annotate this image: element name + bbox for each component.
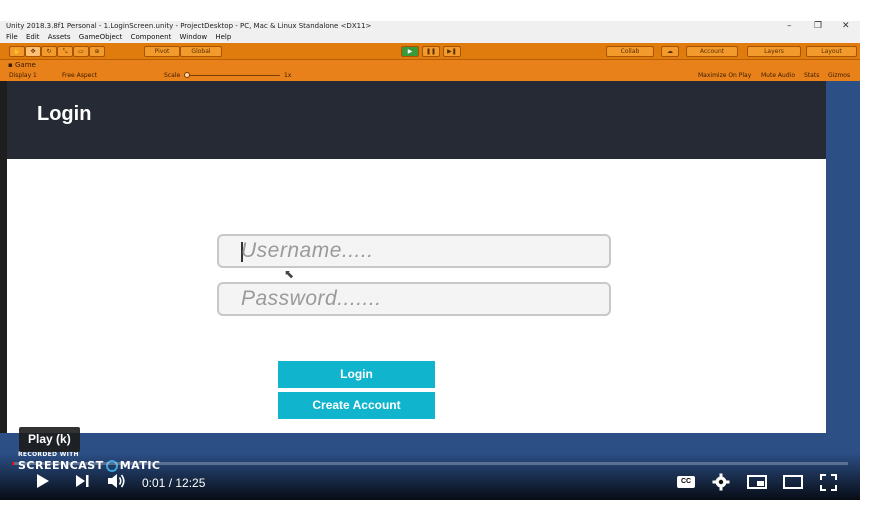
step-icon: ▶❚ [447, 48, 457, 55]
login-title: Login [37, 103, 92, 125]
fullscreen-icon [820, 474, 837, 491]
menu-help[interactable]: Help [215, 33, 231, 41]
transform-tool-icon[interactable]: ⊕ [89, 46, 105, 57]
collab-label: Collab [620, 48, 640, 55]
layout-label: Layout [821, 48, 842, 55]
volume-icon [108, 474, 125, 488]
game-tab[interactable]: ▪ Game [8, 61, 36, 70]
hand-tool-icon[interactable]: ✋ [9, 46, 25, 57]
time-total: 12:25 [175, 476, 206, 490]
stats-toggle[interactable]: Stats [804, 70, 819, 81]
game-view-side-background [826, 81, 860, 433]
restore-icon[interactable]: ❐ [814, 21, 822, 32]
pause-icon: ❚❚ [425, 48, 437, 55]
play-icon: ▶ [407, 48, 413, 55]
unity-toolbar: ✋ ✥ ↻ ⤡ ▭ ⊕ Pivot Global ▶ ❚❚ ▶❚ Collab … [0, 43, 860, 60]
aspect-dropdown[interactable]: Free Aspect [62, 70, 97, 81]
progress-bar-played [12, 462, 14, 465]
scale-slider-track[interactable] [186, 75, 280, 76]
play-icon [37, 474, 49, 488]
display-dropdown[interactable]: Display 1 [9, 70, 37, 81]
play-button-unity[interactable]: ▶ [401, 46, 419, 57]
menu-gameobject[interactable]: GameObject [79, 33, 123, 41]
game-view: Login Username..... ⬉ Password....... Lo… [7, 81, 826, 433]
cc-icon: CC [677, 476, 695, 488]
gear-icon [712, 473, 730, 491]
scale-value: 1x [284, 72, 292, 79]
volume-button[interactable] [107, 473, 127, 489]
pause-button-unity[interactable]: ❚❚ [422, 46, 440, 57]
game-view-bar: ▪ Game Display 1 Free Aspect Scale 1x Ma… [0, 60, 860, 81]
next-icon [76, 475, 89, 487]
rect-tool-icon[interactable]: ▭ [73, 46, 89, 57]
scale-tool-icon[interactable]: ⤡ [57, 46, 73, 57]
watermark-brand-right: MATIC [119, 459, 161, 472]
theater-mode-button[interactable] [783, 475, 803, 489]
scale-slider-knob[interactable] [184, 72, 190, 78]
global-button[interactable]: Global [180, 46, 222, 57]
login-header-bar: Login [7, 81, 826, 159]
unity-menu-bar: File Edit Assets GameObject Component Wi… [0, 32, 860, 43]
miniplayer-icon [747, 475, 767, 489]
video-player[interactable]: Unity 2018.3.8f1 Personal - 1.LoginScree… [0, 21, 860, 500]
layout-dropdown[interactable]: Layout [806, 46, 857, 57]
password-input[interactable]: Password....... [217, 282, 611, 316]
subtitles-button[interactable]: CC [677, 476, 695, 488]
scale-label: Scale [164, 72, 181, 79]
collab-button[interactable]: Collab [606, 46, 654, 57]
global-label: Global [191, 48, 211, 55]
login-button[interactable]: Login [278, 361, 435, 388]
unity-title-bar: Unity 2018.3.8f1 Personal - 1.LoginScree… [0, 21, 860, 32]
play-tooltip: Play (k) [19, 427, 80, 452]
watermark-recorded-label: RECORDED WITH [18, 451, 79, 458]
account-label: Account [699, 48, 725, 55]
close-icon[interactable]: ✕ [842, 21, 850, 32]
game-tab-label: Game [14, 61, 36, 69]
time-current: 0:01 [142, 476, 166, 490]
gizmos-dropdown[interactable]: Gizmos [828, 70, 850, 81]
fullscreen-button[interactable] [820, 474, 837, 491]
time-separator: / [165, 476, 176, 490]
rotate-tool-icon[interactable]: ↻ [41, 46, 57, 57]
username-placeholder: Username..... [241, 239, 374, 262]
menu-component[interactable]: Component [131, 33, 172, 41]
password-placeholder: Password....... [241, 287, 382, 310]
mute-audio-toggle[interactable]: Mute Audio [761, 70, 795, 81]
play-button[interactable] [34, 473, 50, 489]
minimize-icon[interactable]: – [787, 21, 792, 32]
menu-window[interactable]: Window [180, 33, 208, 41]
pivot-label: Pivot [154, 48, 170, 55]
watermark-brand-left: SCREENCAST [18, 459, 104, 472]
create-account-button[interactable]: Create Account [278, 392, 435, 419]
next-button[interactable] [74, 473, 90, 489]
layers-label: Layers [764, 48, 784, 55]
account-dropdown[interactable]: Account [686, 46, 738, 57]
cloud-icon[interactable]: ☁ [661, 46, 679, 57]
progress-bar[interactable] [12, 462, 848, 465]
unity-window-title: Unity 2018.3.8f1 Personal - 1.LoginScree… [6, 22, 372, 30]
watermark-brand: SCREENCAST MATIC [18, 459, 161, 472]
miniplayer-button[interactable] [747, 475, 767, 489]
menu-assets[interactable]: Assets [48, 33, 71, 41]
username-input[interactable]: Username..... [217, 234, 611, 268]
theater-icon [783, 475, 803, 489]
mouse-pointer-icon: ⬉ [284, 267, 295, 281]
pivot-button[interactable]: Pivot [144, 46, 180, 57]
menu-edit[interactable]: Edit [26, 33, 40, 41]
layers-dropdown[interactable]: Layers [747, 46, 801, 57]
settings-button[interactable] [712, 473, 730, 491]
time-display: 0:01 / 12:25 [142, 476, 205, 490]
menu-file[interactable]: File [6, 33, 18, 41]
move-tool-icon[interactable]: ✥ [25, 46, 41, 57]
maximize-on-play-toggle[interactable]: Maximize On Play [698, 70, 751, 81]
step-button-unity[interactable]: ▶❚ [443, 46, 461, 57]
